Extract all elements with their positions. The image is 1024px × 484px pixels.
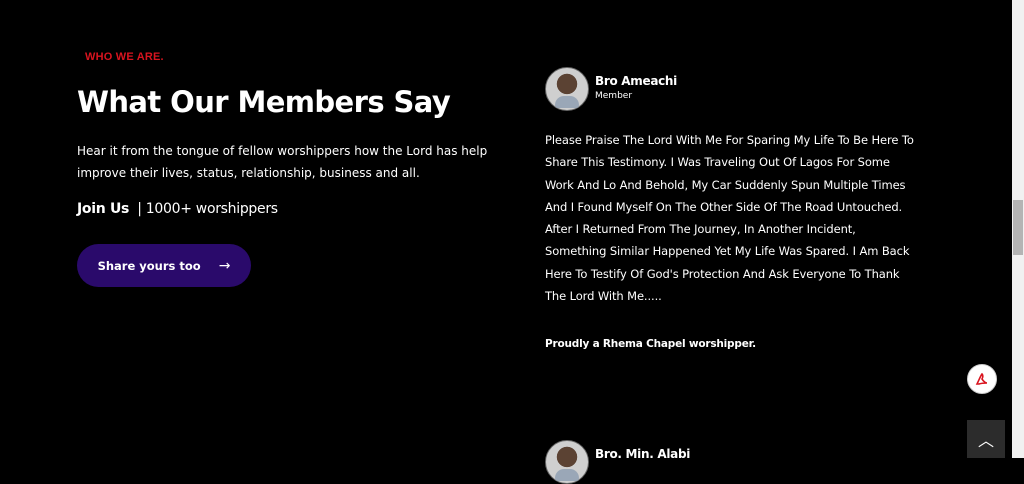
- share-testimony-button[interactable]: Share yours too →: [77, 244, 251, 287]
- join-count: | 1000+ worshippers: [137, 201, 278, 217]
- avatar: [545, 67, 589, 111]
- testimonial-footer: Proudly a Rhema Chapel worshipper.: [545, 338, 756, 350]
- eyebrow: WHO WE ARE.: [85, 51, 164, 63]
- pdf-icon: [975, 372, 988, 385]
- scrollbar[interactable]: [1012, 0, 1024, 458]
- lead-text: Hear it from the tongue of fellow worshi…: [77, 144, 488, 180]
- avatar: [545, 440, 589, 484]
- section-title: What Our Members Say: [77, 85, 451, 119]
- scrollbar-thumb[interactable]: [1013, 200, 1023, 255]
- testimonial-name: Bro. Min. Alabi: [595, 447, 691, 461]
- arrow-right-icon: →: [218, 257, 231, 274]
- pdf-button[interactable]: [967, 364, 997, 394]
- scroll-top-button[interactable]: ︿: [967, 420, 1005, 458]
- chevron-up-icon: ︿: [977, 431, 994, 450]
- share-button-label: Share yours too: [97, 258, 201, 273]
- testimonial-role: Member: [595, 91, 633, 101]
- testimonial-name: Bro Ameachi: [595, 74, 677, 88]
- join-line: Join Us | 1000+ worshippers: [77, 201, 278, 217]
- testimonial-text: Please Praise The Lord With Me For Spari…: [545, 133, 914, 304]
- join-label: Join Us: [77, 201, 130, 217]
